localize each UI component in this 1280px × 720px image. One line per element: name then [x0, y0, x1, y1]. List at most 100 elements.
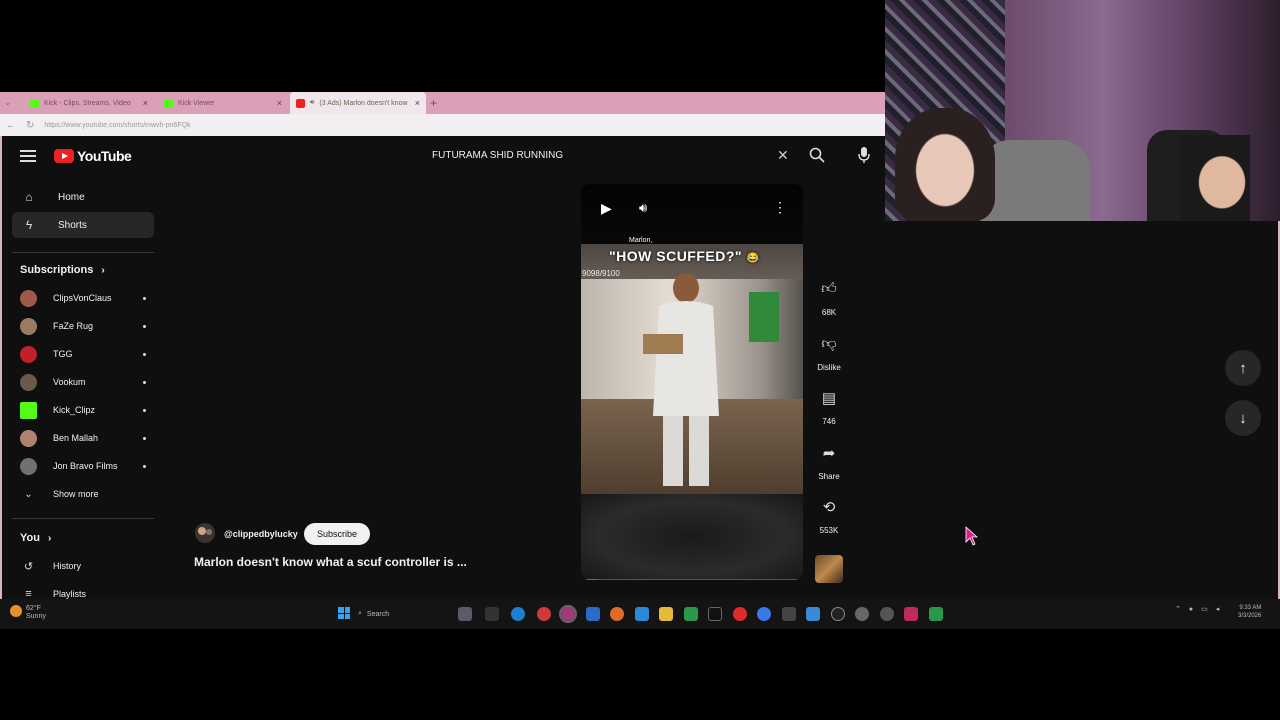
opera-icon[interactable] — [733, 607, 747, 621]
next-short-button[interactable]: ↓ — [1225, 400, 1261, 436]
more-options-icon[interactable]: ⋮ — [773, 199, 787, 216]
spreadsheet-icon[interactable] — [929, 607, 943, 621]
dislike-label: Dislike — [817, 363, 841, 372]
tab-1[interactable]: Kick - Clips, Streams, Video × — [24, 92, 154, 114]
channel-name[interactable]: @clippedbylucky — [224, 529, 298, 539]
mic-tray-icon[interactable]: ● — [1189, 606, 1193, 613]
chevron-right-icon: › — [47, 532, 52, 544]
capcut-icon[interactable] — [782, 607, 796, 621]
volume-icon[interactable]: 🔊︎ — [639, 200, 647, 216]
messenger-icon[interactable] — [757, 607, 771, 621]
subscription-name: Ben Mallah — [53, 433, 99, 443]
subscribe-button[interactable]: Subscribe — [304, 523, 370, 545]
chevron-up-icon[interactable]: ⌃ — [1175, 605, 1181, 613]
show-more-button[interactable]: ⌄ Show more — [20, 482, 146, 506]
sidebar-item-shorts[interactable]: ϟ Shorts — [12, 212, 154, 238]
kick-favicon-icon — [164, 98, 173, 108]
subscription-name: ClipsVonClaus — [53, 293, 112, 303]
comments-button[interactable]: ▤ 746 — [808, 389, 850, 426]
laughing-emoji-icon: 😂 — [746, 253, 760, 264]
edge-icon[interactable] — [511, 607, 525, 621]
microphone-icon[interactable] — [857, 146, 871, 164]
task-view-icon[interactable] — [458, 607, 472, 621]
subscription-item[interactable]: Kick_Clipz — [20, 398, 146, 422]
like-button[interactable]: 👍︎ 68K — [808, 280, 850, 317]
store-icon[interactable] — [586, 607, 600, 621]
subscription-item[interactable]: Vookum — [20, 370, 146, 394]
hamburger-menu-icon[interactable] — [20, 150, 36, 162]
browser-icon-active[interactable] — [559, 605, 577, 623]
network-icon[interactable]: ▭ — [1201, 605, 1208, 613]
file-explorer-icon[interactable] — [659, 607, 673, 621]
play-icon[interactable]: ▶ — [601, 200, 612, 217]
tab-2-close-icon[interactable]: × — [277, 98, 282, 108]
weather-text: 62°F Sunny — [26, 605, 46, 621]
chrome-icon[interactable] — [537, 607, 551, 621]
volume-tray-icon[interactable]: ◂ — [1216, 605, 1220, 613]
app-icon[interactable] — [485, 607, 499, 621]
sidebar-item-home[interactable]: ⌂ Home — [12, 184, 154, 210]
dislike-button[interactable]: 👎︎ Dislike — [808, 335, 850, 372]
reload-icon[interactable]: ↻ — [26, 120, 34, 131]
tab-3-active[interactable]: 🔊︎ (3 Ads) Marlon doesn't know × — [290, 92, 426, 114]
progress-bar[interactable] — [586, 579, 798, 580]
subscription-item[interactable]: Ben Mallah — [20, 426, 146, 450]
subscription-item[interactable]: ClipsVonClaus — [20, 286, 146, 310]
webcam-chair — [980, 140, 1090, 221]
sidebar-item-history[interactable]: ↺ History — [20, 554, 146, 578]
shorts-player[interactable]: ▶ 🔊︎ ⋮ Marlon, "HOW SCUFFED?" 😂 9098/910… — [581, 184, 803, 580]
youtube-logo[interactable]: YouTube — [54, 148, 132, 164]
video-top-overlay — [581, 184, 803, 244]
previous-short-button[interactable]: ↑ — [1225, 350, 1261, 386]
tab-2-label: Kick Viewer — [178, 99, 215, 107]
subscriptions-header[interactable]: Subscriptions › — [20, 264, 105, 276]
like-icon: 👍︎ — [821, 280, 837, 297]
subscription-item[interactable]: TGG — [20, 342, 146, 366]
firefox-icon[interactable] — [610, 607, 624, 621]
clear-search-icon[interactable]: ✕ — [777, 147, 789, 164]
tab-list-chevron-icon[interactable]: ⌄ — [4, 97, 12, 108]
video-frame[interactable] — [581, 184, 803, 494]
system-clock[interactable]: 9:33 AM 3/3/2026 — [1238, 604, 1261, 620]
tab-1-label: Kick - Clips, Streams, Video — [44, 99, 131, 107]
subscription-item[interactable]: Jon Bravo Films — [20, 454, 146, 478]
new-content-dot — [143, 296, 146, 300]
obs-icon[interactable] — [831, 607, 845, 621]
subscription-item[interactable]: FaZe Rug — [20, 314, 146, 338]
tab-1-close-icon[interactable]: × — [143, 98, 148, 108]
excel-icon[interactable] — [684, 607, 698, 621]
sound-thumbnail[interactable] — [815, 555, 843, 583]
app-icon[interactable] — [806, 607, 820, 621]
browser-tab-bar: ⌄ Kick - Clips, Streams, Video × Kick Vi… — [0, 92, 885, 114]
tab-2[interactable]: Kick Viewer × — [158, 92, 288, 114]
weather-widget[interactable]: 62°F Sunny — [10, 605, 46, 621]
chevron-right-icon: › — [101, 264, 105, 276]
tab-3-close-icon[interactable]: × — [415, 98, 420, 108]
remix-button[interactable]: ⟲ 553K — [808, 498, 850, 535]
share-icon: ➦ — [822, 445, 836, 462]
windows-start-icon[interactable] — [338, 607, 350, 619]
new-content-dot — [143, 464, 146, 468]
app-icon[interactable] — [904, 607, 918, 621]
subscription-name: Kick_Clipz — [53, 405, 96, 415]
sidebar-item-label: Shorts — [58, 219, 87, 231]
taskbar-search[interactable]: ⌕ Search — [358, 606, 448, 622]
progress-fill — [586, 579, 597, 580]
short-title[interactable]: Marlon doesn't know what a scuf controll… — [194, 555, 467, 569]
new-tab-icon[interactable]: + — [430, 96, 437, 110]
you-title: You — [20, 532, 40, 544]
tiktok-icon[interactable] — [708, 607, 722, 621]
channel-avatar[interactable] — [194, 522, 216, 544]
you-header[interactable]: You › — [20, 532, 51, 544]
weather-temp: 62°F — [26, 605, 41, 612]
back-icon[interactable]: ← — [6, 120, 16, 131]
gear-icon[interactable] — [880, 607, 894, 621]
photos-icon[interactable] — [635, 607, 649, 621]
search-input[interactable]: FUTURAMA SHID RUNNING — [432, 150, 563, 161]
url-field[interactable]: https://www.youtube.com/shorts/mwvh-pn6F… — [44, 122, 190, 129]
search-icon[interactable] — [808, 146, 826, 164]
show-more-label: Show more — [53, 489, 99, 499]
comment-icon: ▤ — [821, 390, 837, 407]
settings-icon[interactable] — [855, 607, 869, 621]
share-button[interactable]: ➦ Share — [808, 444, 850, 481]
